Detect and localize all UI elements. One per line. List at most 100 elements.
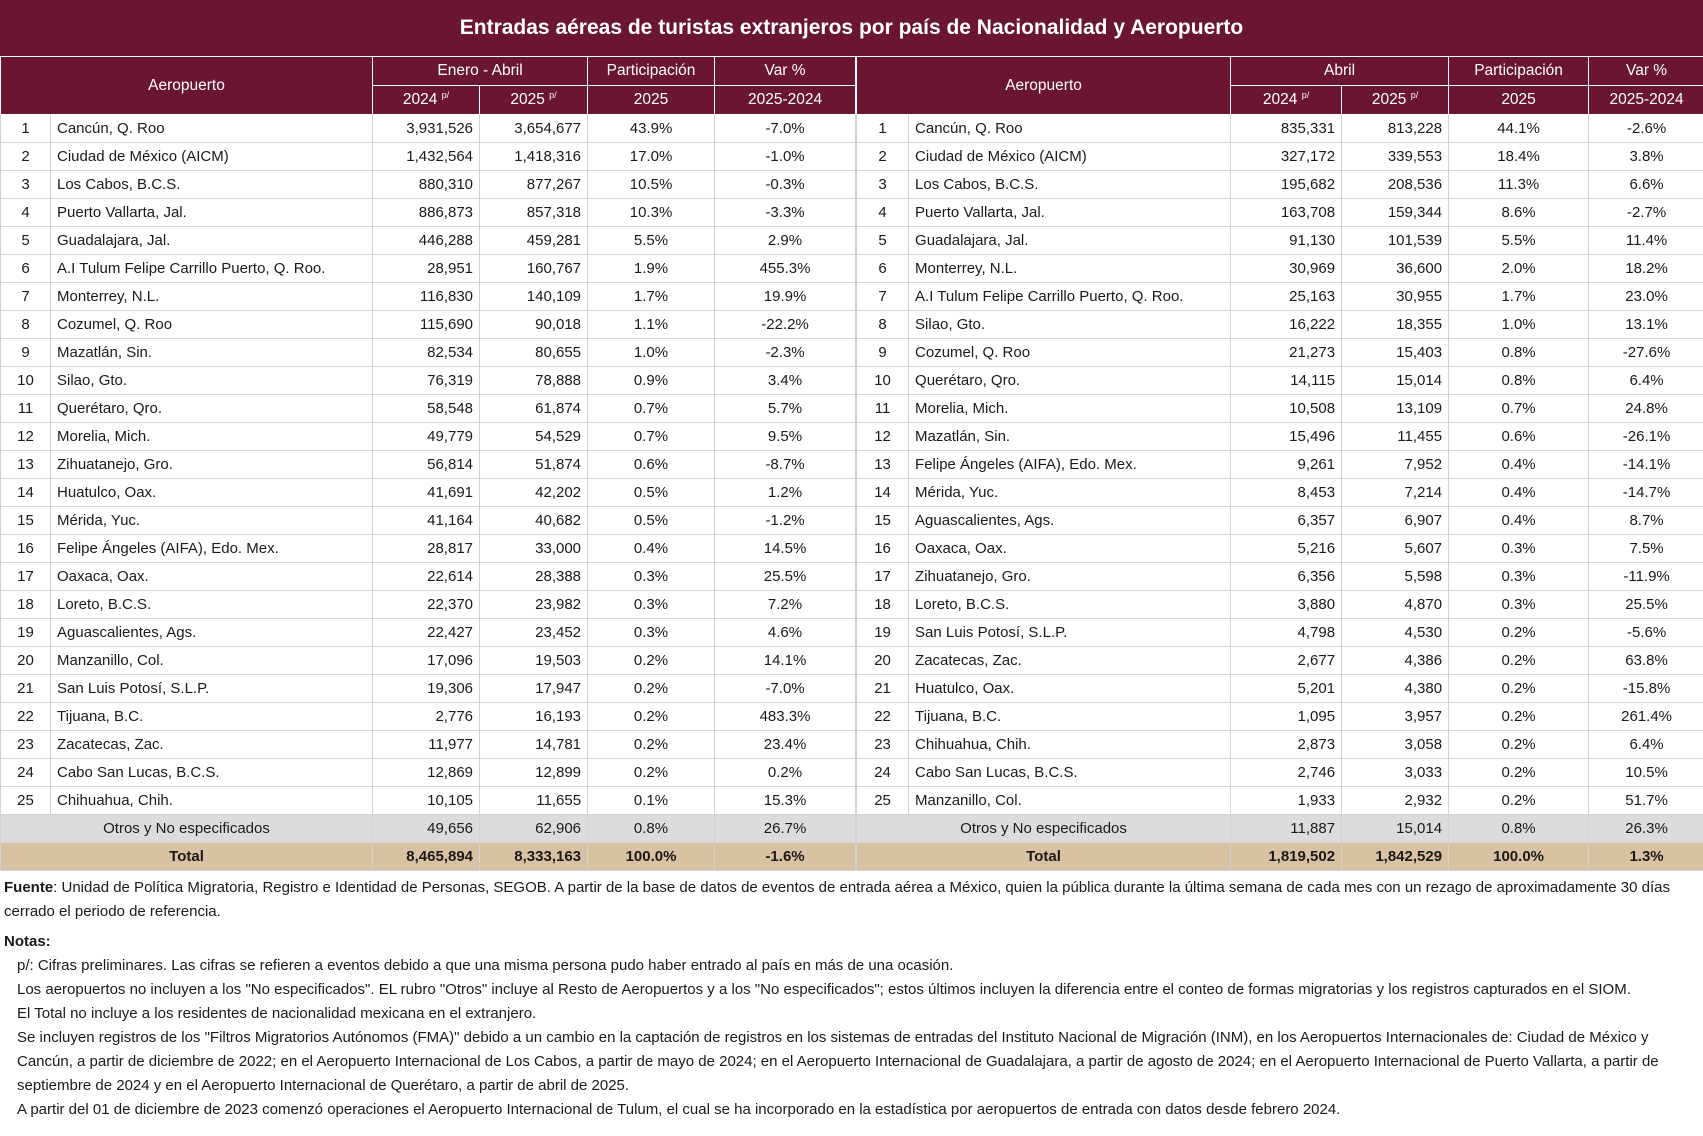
header-share-year: 2025 bbox=[587, 85, 716, 115]
rank-cell: 12 bbox=[0, 422, 51, 451]
otros-2025: 62,906 bbox=[479, 814, 589, 843]
table-row: 22 Tijuana, B.C. 1,095 3,957 0.2% 261.4% bbox=[856, 702, 1703, 731]
table-row: 10 Querétaro, Qro. 14,115 15,014 0.8% 6.4% bbox=[856, 366, 1703, 395]
value-2024-cell: 116,830 bbox=[372, 282, 481, 311]
header-year-2025: 2025 p/ bbox=[479, 85, 589, 115]
otros-row: Otros y No especificados 11,887 15,014 0… bbox=[856, 814, 1703, 843]
value-2024-cell: 8,453 bbox=[1230, 478, 1343, 507]
header-var-range: 2025-2024 bbox=[1588, 85, 1703, 115]
var-cell: -26.1% bbox=[1588, 422, 1703, 451]
value-2025-cell: 159,344 bbox=[1341, 198, 1450, 227]
value-2025-cell: 80,655 bbox=[479, 338, 589, 367]
value-2025-cell: 13,109 bbox=[1341, 394, 1450, 423]
table-row: 6 A.I Tulum Felipe Carrillo Puerto, Q. Ro… bbox=[0, 254, 857, 283]
table-row: 7 A.I Tulum Felipe Carrillo Puerto, Q. Ro… bbox=[856, 282, 1703, 311]
value-2025-cell: 140,109 bbox=[479, 282, 589, 311]
share-cell: 5.5% bbox=[1448, 226, 1590, 255]
rank-cell: 18 bbox=[0, 590, 51, 619]
share-cell: 0.2% bbox=[587, 730, 716, 759]
value-2025-cell: 40,682 bbox=[479, 506, 589, 535]
table-row: 18 Loreto, B.C.S. 22,370 23,982 0.3% 7.2% bbox=[0, 590, 857, 619]
airport-name-cell: Puerto Vallarta, Jal. bbox=[49, 198, 374, 227]
source-label: Fuente bbox=[4, 879, 54, 896]
otros-var: 26.7% bbox=[714, 814, 857, 843]
share-cell: 0.2% bbox=[1448, 674, 1590, 703]
value-2025-cell: 2,932 bbox=[1341, 786, 1450, 815]
var-cell: -1.2% bbox=[714, 506, 857, 535]
var-cell: 63.8% bbox=[1588, 646, 1703, 675]
airport-name-cell: Oaxaca, Oax. bbox=[49, 562, 374, 591]
value-2025-cell: 78,888 bbox=[479, 366, 589, 395]
share-cell: 17.0% bbox=[587, 142, 716, 171]
share-cell: 0.8% bbox=[1448, 366, 1590, 395]
airport-name-cell: Silao, Gto. bbox=[908, 310, 1232, 339]
value-2024-cell: 4,798 bbox=[1230, 618, 1343, 647]
source-note: Fuente: Unidad de Política Migratoria, R… bbox=[4, 876, 1694, 924]
var-cell: 483.3% bbox=[714, 702, 857, 731]
value-2025-cell: 1,418,316 bbox=[479, 142, 589, 171]
table-row: 21 Huatulco, Oax. 5,201 4,380 0.2% -15.8% bbox=[856, 674, 1703, 703]
rank-cell: 20 bbox=[856, 646, 910, 675]
table-row: 9 Cozumel, Q. Roo 21,273 15,403 0.8% -27.6% bbox=[856, 338, 1703, 367]
value-2024-cell: 1,933 bbox=[1230, 786, 1343, 815]
share-cell: 0.1% bbox=[587, 786, 716, 815]
value-2024-cell: 82,534 bbox=[372, 338, 481, 367]
share-cell: 0.2% bbox=[1448, 758, 1590, 787]
total-row: Total 1,819,502 1,842,529 100.0% 1.3% bbox=[856, 842, 1703, 871]
rank-cell: 6 bbox=[856, 254, 910, 283]
airport-name-cell: Ciudad de México (AICM) bbox=[908, 142, 1232, 171]
rank-cell: 18 bbox=[856, 590, 910, 619]
table-row: 1 Cancún, Q. Roo 3,931,526 3,654,677 43.9% -7… bbox=[0, 114, 857, 143]
table-row: 11 Morelia, Mich. 10,508 13,109 0.7% 24.8% bbox=[856, 394, 1703, 423]
airport-name-cell: Zihuatanejo, Gro. bbox=[49, 450, 374, 479]
header-period: Abril bbox=[1230, 56, 1450, 86]
rank-cell: 5 bbox=[0, 226, 51, 255]
table-abril: Aeropuerto Abril Participación Var % 202… bbox=[856, 56, 1703, 871]
table-row: 17 Zihuatanejo, Gro. 6,356 5,598 0.3% -11.9% bbox=[856, 562, 1703, 591]
airport-name-cell: Mérida, Yuc. bbox=[49, 506, 374, 535]
table-row: 21 San Luis Potosí, S.L.P. 19,306 17,947 0.2… bbox=[0, 674, 857, 703]
var-cell: 9.5% bbox=[714, 422, 857, 451]
header-year-2025: 2025 p/ bbox=[1341, 85, 1450, 115]
share-cell: 0.6% bbox=[587, 450, 716, 479]
value-2024-cell: 327,172 bbox=[1230, 142, 1343, 171]
airport-name-cell: Aguascalientes, Ags. bbox=[49, 618, 374, 647]
rank-cell: 1 bbox=[0, 114, 51, 143]
rank-cell: 6 bbox=[0, 254, 51, 283]
var-cell: 23.0% bbox=[1588, 282, 1703, 311]
airport-name-cell: Mazatlán, Sin. bbox=[49, 338, 374, 367]
var-cell: -0.3% bbox=[714, 170, 857, 199]
airport-name-cell: San Luis Potosí, S.L.P. bbox=[49, 674, 374, 703]
note-line: Los aeropuertos no incluyen a los "No es… bbox=[17, 981, 1631, 998]
total-row: Total 8,465,894 8,333,163 100.0% -1.6% bbox=[0, 842, 857, 871]
table-row: 4 Puerto Vallarta, Jal. 886,873 857,318 10.3… bbox=[0, 198, 857, 227]
var-cell: -11.9% bbox=[1588, 562, 1703, 591]
value-2024-cell: 2,677 bbox=[1230, 646, 1343, 675]
var-cell: -14.1% bbox=[1588, 450, 1703, 479]
table-row: 13 Zihuatanejo, Gro. 56,814 51,874 0.6% -8.7% bbox=[0, 450, 857, 479]
rank-cell: 11 bbox=[0, 394, 51, 423]
value-2024-cell: 58,548 bbox=[372, 394, 481, 423]
table-row: 25 Manzanillo, Col. 1,933 2,932 0.2% 51.7% bbox=[856, 786, 1703, 815]
header-airport: Aeropuerto bbox=[0, 56, 374, 115]
airport-name-cell: Tijuana, B.C. bbox=[908, 702, 1232, 731]
table-row: 16 Oaxaca, Oax. 5,216 5,607 0.3% 7.5% bbox=[856, 534, 1703, 563]
table-row: 25 Chihuahua, Chih. 10,105 11,655 0.1% 15.3% bbox=[0, 786, 857, 815]
value-2025-cell: 857,318 bbox=[479, 198, 589, 227]
value-2024-cell: 195,682 bbox=[1230, 170, 1343, 199]
value-2024-cell: 22,427 bbox=[372, 618, 481, 647]
var-cell: 6.6% bbox=[1588, 170, 1703, 199]
rank-cell: 13 bbox=[856, 450, 910, 479]
var-cell: 3.8% bbox=[1588, 142, 1703, 171]
value-2024-cell: 41,691 bbox=[372, 478, 481, 507]
share-cell: 44.1% bbox=[1448, 114, 1590, 143]
share-cell: 0.2% bbox=[587, 646, 716, 675]
rank-cell: 12 bbox=[856, 422, 910, 451]
value-2025-cell: 339,553 bbox=[1341, 142, 1450, 171]
share-cell: 0.9% bbox=[587, 366, 716, 395]
value-2024-cell: 19,306 bbox=[372, 674, 481, 703]
airport-name-cell: Zacatecas, Zac. bbox=[908, 646, 1232, 675]
table-row: 15 Aguascalientes, Ags. 6,357 6,907 0.4% 8.7% bbox=[856, 506, 1703, 535]
airport-name-cell: Zacatecas, Zac. bbox=[49, 730, 374, 759]
rank-cell: 17 bbox=[856, 562, 910, 591]
